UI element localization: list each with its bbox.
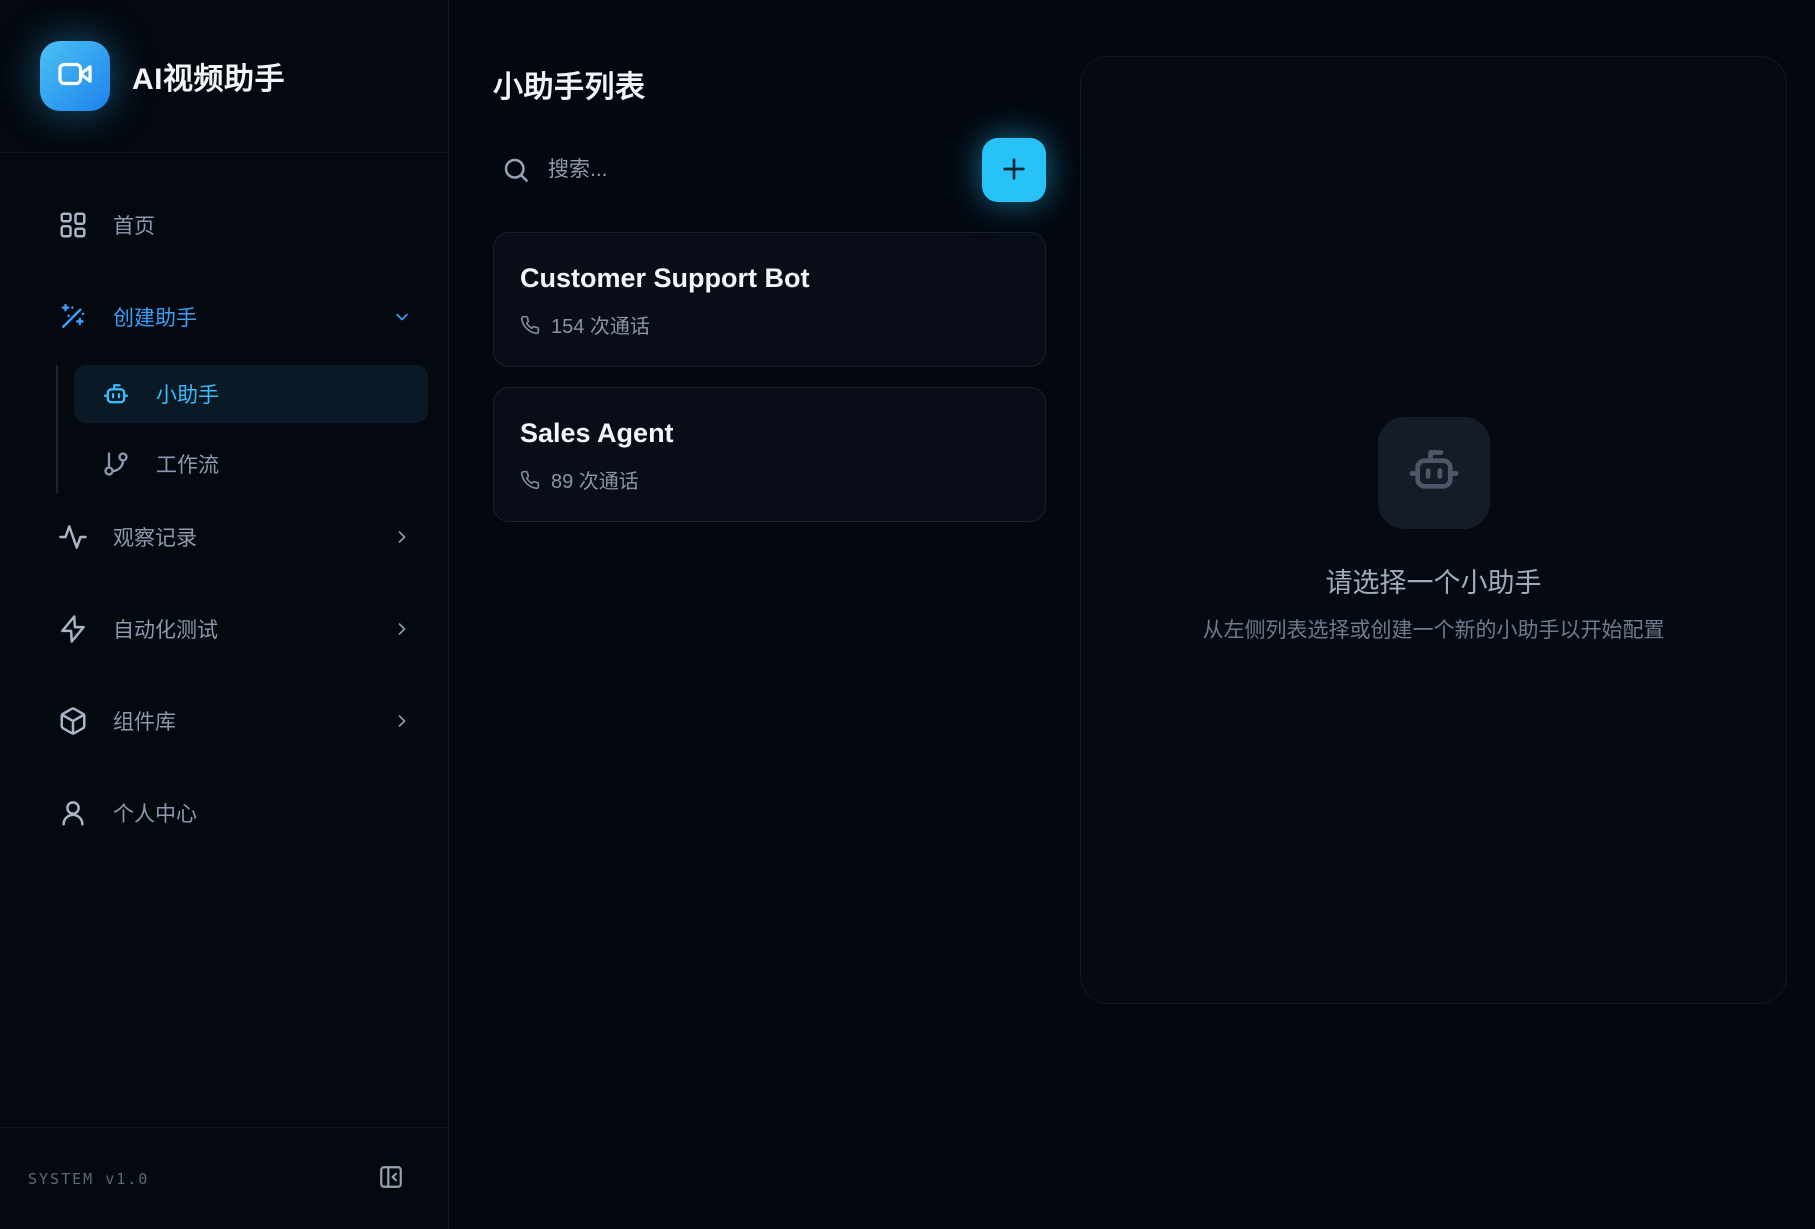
call-count: 89 次通话: [551, 465, 639, 494]
assistant-call-stat: 154 次通话: [520, 310, 1017, 339]
sidebar-item-label: 工作流: [156, 449, 219, 479]
sidebar-item-workflow[interactable]: 工作流: [74, 435, 428, 493]
user-icon: [58, 798, 88, 828]
sidebar-item-label: 组件库: [113, 706, 176, 736]
system-version: SYSTEM v1.0: [28, 1170, 149, 1188]
magic-wand-icon: [58, 302, 88, 332]
sidebar-item-label: 观察记录: [113, 522, 197, 552]
plus-icon: [998, 153, 1030, 188]
sidebar-item-automation-test[interactable]: 自动化测试: [40, 599, 428, 659]
search-input[interactable]: [548, 158, 982, 182]
sidebar-item-label: 个人中心: [113, 798, 197, 828]
empty-state-subtitle: 从左侧列表选择或创建一个新的小助手以开始配置: [1203, 614, 1665, 644]
empty-state-icon-box: [1378, 417, 1490, 529]
dashboard-icon: [58, 210, 88, 240]
zap-icon: [58, 614, 88, 644]
sidebar-item-profile[interactable]: 个人中心: [40, 783, 428, 843]
assistant-list-panel: 小助手列表 Customer Support Bot: [493, 56, 1046, 1229]
app-title: AI视频助手: [132, 54, 285, 98]
sidebar-header: AI视频助手: [0, 0, 448, 153]
phone-icon: [520, 315, 540, 335]
chevron-right-icon: [392, 619, 412, 639]
chevron-down-icon: [392, 307, 412, 327]
sidebar-item-label: 自动化测试: [113, 614, 218, 644]
empty-state: 请选择一个小助手 从左侧列表选择或创建一个新的小助手以开始配置: [1203, 417, 1665, 644]
sidebar-item-component-library[interactable]: 组件库: [40, 691, 428, 751]
bot-icon: [102, 380, 130, 408]
sidebar: AI视频助手 首页 创建助手: [0, 0, 449, 1229]
search-row: [493, 138, 1046, 202]
add-assistant-button[interactable]: [982, 138, 1046, 202]
box-icon: [58, 706, 88, 736]
bot-icon: [1406, 442, 1462, 503]
sidebar-item-create-assistant[interactable]: 创建助手: [40, 287, 428, 347]
assistant-list: Customer Support Bot 154 次通话 Sales Agent: [493, 232, 1046, 522]
sidebar-nav: 首页 创建助手 小助手: [0, 153, 448, 1127]
main-content: 小助手列表 Customer Support Bot: [449, 0, 1815, 1229]
sidebar-footer: SYSTEM v1.0: [0, 1127, 448, 1229]
activity-icon: [58, 522, 88, 552]
app-logo: [40, 41, 110, 111]
assistant-card[interactable]: Sales Agent 89 次通话: [493, 387, 1046, 522]
panel-left-close-icon: [378, 1178, 404, 1193]
sidebar-item-observation-log[interactable]: 观察记录: [40, 507, 428, 567]
sidebar-item-label: 创建助手: [113, 302, 197, 332]
collapse-sidebar-button[interactable]: [376, 1164, 406, 1194]
assistant-call-stat: 89 次通话: [520, 465, 1017, 494]
assistant-name: Sales Agent: [520, 418, 1017, 449]
assistant-detail-panel: 请选择一个小助手 从左侧列表选择或创建一个新的小助手以开始配置: [1080, 56, 1787, 1004]
call-count: 154 次通话: [551, 310, 650, 339]
assistant-card[interactable]: Customer Support Bot 154 次通话: [493, 232, 1046, 367]
page-title: 小助手列表: [493, 62, 1046, 106]
sidebar-item-assistants[interactable]: 小助手: [74, 365, 428, 423]
search-icon: [501, 155, 531, 185]
sidebar-item-label: 小助手: [156, 379, 219, 409]
empty-state-title: 请选择一个小助手: [1326, 561, 1542, 600]
video-camera-icon: [56, 55, 94, 98]
assistant-name: Customer Support Bot: [520, 263, 1017, 294]
chevron-right-icon: [392, 711, 412, 731]
phone-icon: [520, 470, 540, 490]
chevron-right-icon: [392, 527, 412, 547]
sidebar-item-home[interactable]: 首页: [40, 195, 428, 255]
sidebar-item-label: 首页: [113, 210, 155, 240]
app-root: AI视频助手 首页 创建助手: [0, 0, 1815, 1229]
sidebar-submenu: 小助手 工作流: [56, 365, 428, 493]
workflow-branch-icon: [102, 450, 130, 478]
